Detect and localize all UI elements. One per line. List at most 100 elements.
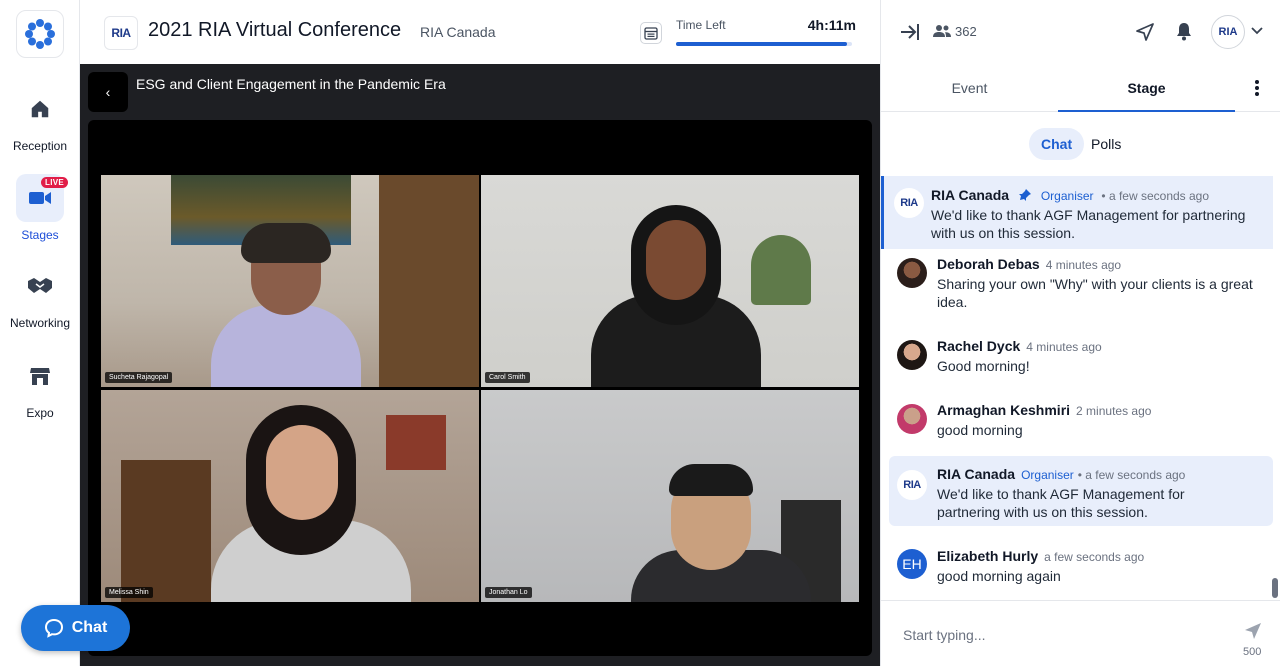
video-tile[interactable]: Sucheta Rajagopal xyxy=(101,175,479,387)
chat-message: EH Elizabeth Hurly a few seconds ago good… xyxy=(881,542,1273,592)
event-title: 2021 RIA Virtual Conference xyxy=(148,19,402,41)
subtab-chat[interactable]: Chat xyxy=(1029,128,1085,160)
participant-name: Sucheta Rajagopal xyxy=(105,372,173,383)
message-text: good morning xyxy=(937,422,1023,438)
attendee-count[interactable]: 362 xyxy=(955,24,977,39)
more-options-icon[interactable] xyxy=(1251,78,1263,98)
chevron-left-icon: ‹ xyxy=(105,84,111,100)
message-author-line: Armaghan Keshmiri 2 minutes ago xyxy=(937,402,1151,418)
nav-item-expo[interactable]: Expo xyxy=(0,352,80,420)
chat-input-row: 500 xyxy=(881,600,1280,666)
message-time: • a few seconds ago xyxy=(1101,189,1210,203)
chat-message: Armaghan Keshmiri 2 minutes ago good morn… xyxy=(881,398,1273,448)
message-author: Elizabeth Hurly xyxy=(937,548,1039,564)
message-text: good morning again xyxy=(937,568,1061,584)
send-icon[interactable] xyxy=(1243,621,1263,641)
time-left-label: Time Left xyxy=(676,18,726,32)
avatar: RIA xyxy=(897,470,927,500)
organizer-name[interactable]: RIA Canada xyxy=(420,24,496,40)
user-avatar[interactable]: RIA xyxy=(1211,15,1245,49)
collapse-panel-icon[interactable] xyxy=(899,21,921,43)
message-text: Sharing your own "Why" with your clients… xyxy=(937,276,1253,310)
message-author-line: RIA Canada Organiser • a few seconds ago xyxy=(937,466,1185,482)
chat-bubble-icon xyxy=(44,618,63,638)
nav-item-networking[interactable]: Networking xyxy=(0,262,80,330)
avatar xyxy=(897,258,927,288)
message-text: We'd like to thank AGF Management for pa… xyxy=(931,207,1246,241)
message-text: We'd like to thank AGF Management for pa… xyxy=(937,486,1185,520)
ria-logo: RIA xyxy=(104,16,138,50)
organiser-badge: Organiser xyxy=(1040,189,1094,203)
message-time: a few seconds ago xyxy=(1044,550,1145,564)
message-time: • a few seconds ago xyxy=(1077,468,1186,482)
person-head xyxy=(266,425,338,520)
chat-floating-button[interactable]: Chat xyxy=(21,605,130,651)
chat-input[interactable] xyxy=(903,623,1233,647)
back-button[interactable]: ‹ xyxy=(88,72,128,112)
video-tile[interactable]: Carol Smith xyxy=(481,175,859,387)
flower-logo-icon xyxy=(25,19,55,49)
nav-label-expo: Expo xyxy=(26,406,54,420)
message-author-line: Elizabeth Hurly a few seconds ago xyxy=(937,548,1144,564)
handshake-icon xyxy=(16,262,64,310)
session-title: ESG and Client Engagement in the Pandemi… xyxy=(136,76,446,92)
avatar: RIA xyxy=(894,188,924,218)
top-header: RIA 2021 RIA Virtual Conference RIA Cana… xyxy=(80,0,880,64)
people-icon xyxy=(933,25,951,37)
chevron-down-icon[interactable] xyxy=(1251,26,1263,36)
person-hair xyxy=(669,464,753,496)
tab-stage[interactable]: Stage xyxy=(1058,64,1235,112)
participant-name: Jonathan Lo xyxy=(485,587,532,598)
home-icon xyxy=(16,85,64,133)
avatar xyxy=(897,404,927,434)
organiser-message: RIA RIA Canada Organiser • a few seconds a… xyxy=(889,456,1273,526)
message-time: 4 minutes ago xyxy=(1045,258,1122,272)
video-camera-icon: LIVE xyxy=(16,174,68,222)
message-author: RIA Canada xyxy=(931,187,1010,203)
organiser-badge: Organiser xyxy=(1021,468,1074,482)
message-time: 4 minutes ago xyxy=(1026,340,1102,354)
chat-message: Rachel Dyck 4 minutes ago Good morning! xyxy=(881,334,1273,384)
participant-name: Carol Smith xyxy=(485,372,530,383)
nav-item-reception[interactable]: Reception xyxy=(0,85,80,153)
chat-floating-label: Chat xyxy=(71,619,108,636)
video-grid: Sucheta Rajagopal Carol Smith Melissa Sh… xyxy=(88,120,872,656)
chat-message: Deborah Debas 4 minutes ago Sharing your … xyxy=(881,252,1273,322)
dresser-decoration xyxy=(121,460,211,602)
panel-top-bar: 362 RIA xyxy=(881,0,1280,64)
calendar-icon[interactable] xyxy=(640,22,662,44)
nav-label-reception: Reception xyxy=(12,139,68,153)
char-limit: 500 xyxy=(1243,646,1262,658)
right-panel: 362 RIA Event Stage Chat Polls RIA RIA C… xyxy=(880,0,1280,666)
pinned-message: RIA RIA Canada Organiser • a few seconds… xyxy=(881,176,1273,249)
subtab-polls[interactable]: Polls xyxy=(1079,128,1133,160)
paper-plane-icon[interactable] xyxy=(1135,22,1155,42)
plant-decoration xyxy=(751,235,811,305)
panel-tabs: Event Stage xyxy=(881,64,1280,112)
message-author-line: Rachel Dyck 4 minutes ago xyxy=(937,338,1102,354)
tab-event[interactable]: Event xyxy=(881,64,1058,112)
message-author: Rachel Dyck xyxy=(937,338,1021,354)
avatar xyxy=(897,340,927,370)
nav-item-stages[interactable]: LIVE Stages xyxy=(0,174,80,242)
pin-icon xyxy=(1018,189,1031,201)
video-tile[interactable]: Jonathan Lo xyxy=(481,390,859,602)
wooden-panel xyxy=(379,175,479,387)
person-hair xyxy=(241,223,331,263)
time-left-value: 4h:11m xyxy=(807,17,856,33)
avatar: EH xyxy=(897,549,927,579)
chat-scrollbar[interactable] xyxy=(1272,578,1278,598)
message-author-line: Deborah Debas 4 minutes ago xyxy=(937,256,1121,272)
stage-subtabs: Chat Polls xyxy=(881,128,1280,160)
message-author: RIA Canada xyxy=(937,466,1016,482)
app-logo[interactable] xyxy=(16,10,64,58)
participant-name: Melissa Shin xyxy=(105,587,153,598)
bell-icon[interactable] xyxy=(1175,21,1193,41)
time-left-progress xyxy=(676,42,852,46)
message-author-line: RIA Canada Organiser • a few seconds ago xyxy=(931,187,1209,203)
person-body xyxy=(211,305,361,387)
video-tile[interactable]: Melissa Shin xyxy=(101,390,479,602)
live-badge: LIVE xyxy=(41,177,68,188)
chat-message-list[interactable]: RIA RIA Canada Organiser • a few seconds… xyxy=(881,176,1273,600)
message-time: 2 minutes ago xyxy=(1076,404,1152,418)
